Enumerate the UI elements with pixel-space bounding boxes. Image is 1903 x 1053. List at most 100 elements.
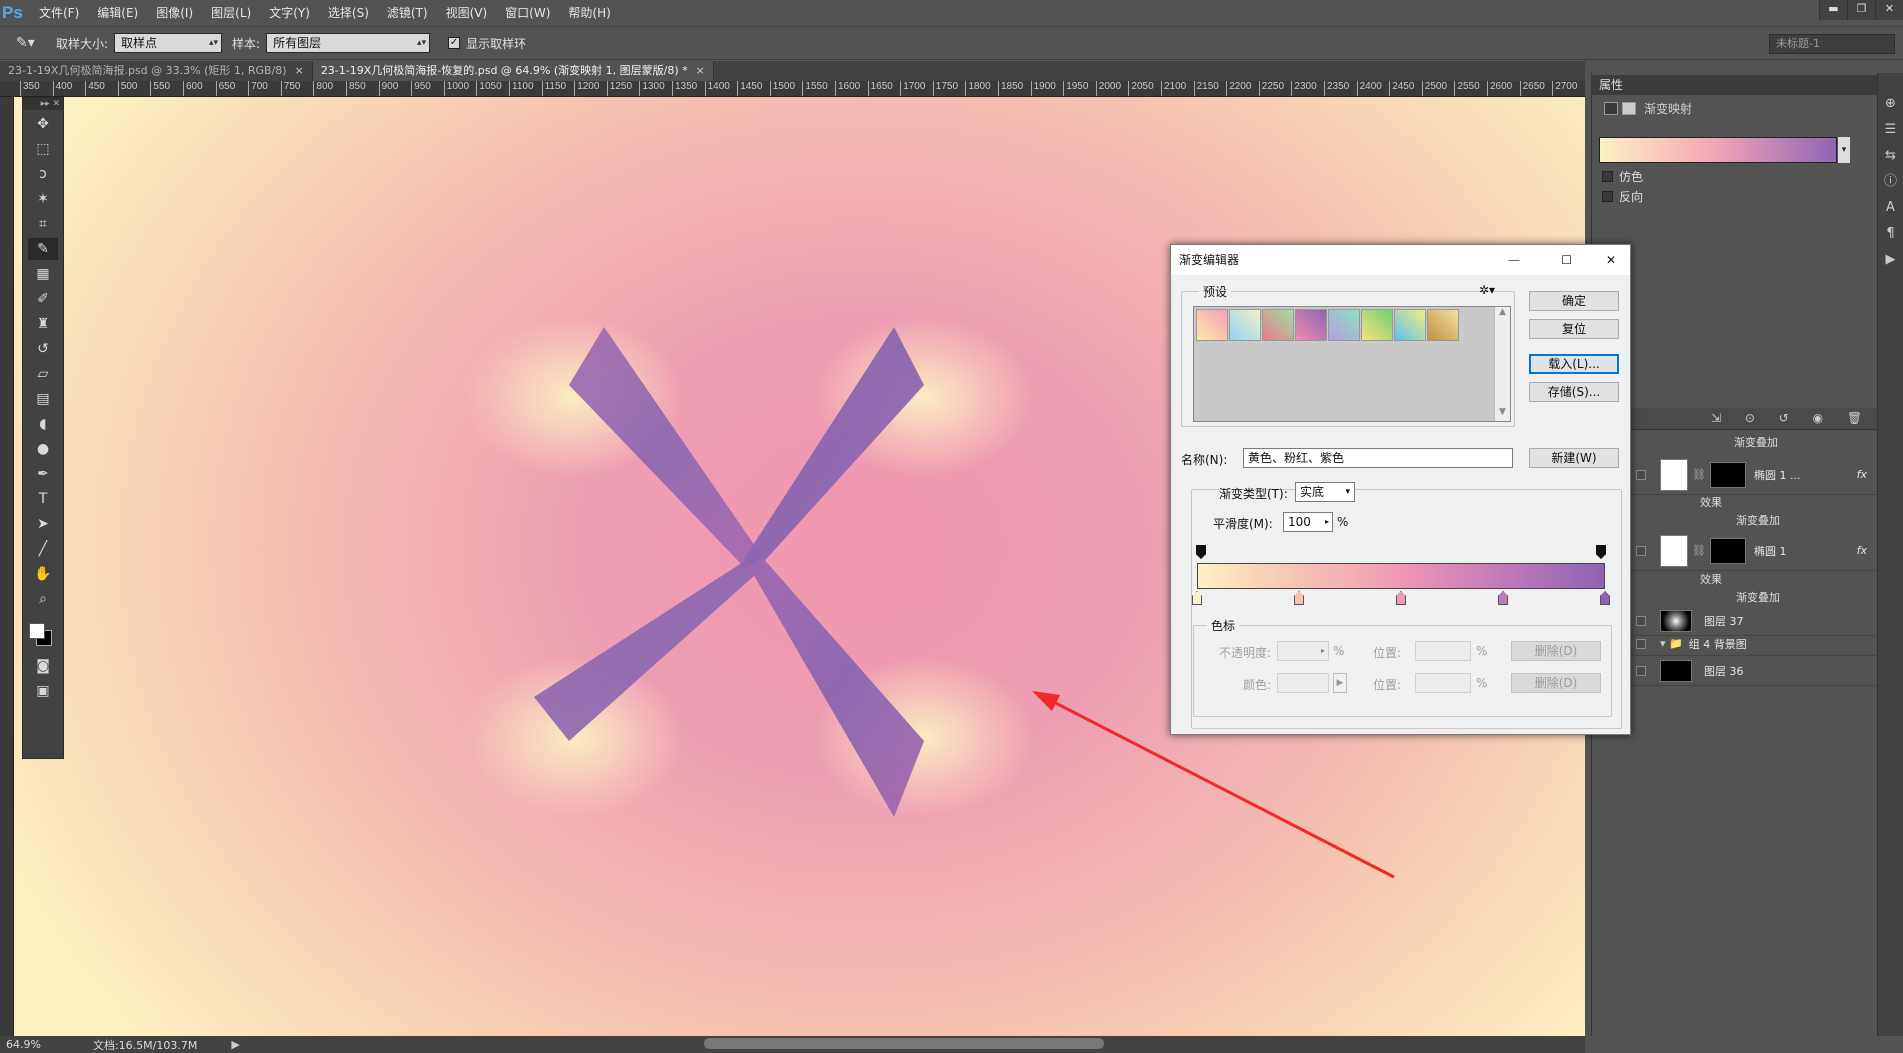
color-stops-label: 色标 <box>1207 617 1240 634</box>
adjustment-icon[interactable] <box>1604 102 1618 115</box>
preset-swatch[interactable] <box>1427 309 1459 341</box>
reset-button[interactable]: 复位 <box>1529 319 1619 339</box>
menu-window[interactable]: 窗口(W) <box>496 0 559 26</box>
gradient-type-select[interactable]: 实底 ▾ <box>1295 482 1355 502</box>
workspace-field[interactable]: 未标题-1 <box>1769 34 1895 54</box>
dither-checkbox[interactable] <box>1602 171 1613 182</box>
load-button[interactable]: 载入(L)... <box>1529 354 1619 374</box>
stepper-arrow-icon[interactable]: ▸ <box>1325 513 1329 531</box>
eraser-tool-icon[interactable]: ▱ <box>28 363 58 385</box>
visibility-icon[interactable] <box>1636 638 1646 649</box>
preset-swatch[interactable] <box>1328 309 1360 341</box>
crop-tool-icon[interactable]: ⌗ <box>28 213 58 235</box>
preset-swatch[interactable] <box>1295 309 1327 341</box>
eyedropper-tool-icon[interactable]: ✎ <box>28 238 58 260</box>
lasso-tool-icon[interactable]: ↄ <box>28 163 58 185</box>
close-icon[interactable]: × <box>295 64 304 77</box>
save-button[interactable]: 存储(S)... <box>1529 382 1619 402</box>
menu-file[interactable]: 文件(F) <box>30 0 88 26</box>
menu-filter[interactable]: 滤镜(T) <box>378 0 437 26</box>
close-icon[interactable]: × <box>696 64 705 77</box>
fx-icon[interactable]: fx <box>1857 544 1867 557</box>
panel-dock-icons[interactable]: ⊕ ☰ ⇆ ⓘ A ¶ ▶ <box>1878 73 1903 273</box>
magic-wand-tool-icon[interactable]: ✶ <box>28 188 58 210</box>
preset-swatch[interactable] <box>1361 309 1393 341</box>
gradient-preview-bar[interactable] <box>1197 563 1605 589</box>
name-input[interactable]: 黄色、粉红、紫色 <box>1243 448 1513 468</box>
dither-option[interactable]: 仿色 <box>1602 168 1643 185</box>
layer-group-4[interactable]: ▾ 📁 组 4 背景图 <box>1630 632 1877 656</box>
horizontal-scrollbar[interactable] <box>704 1038 1104 1049</box>
gear-icon[interactable]: ✲▾ <box>1479 283 1495 297</box>
preset-swatch[interactable] <box>1229 309 1261 341</box>
status-menu-arrow-icon[interactable]: ▶ <box>231 1038 239 1051</box>
menu-view[interactable]: 视图(V) <box>437 0 497 26</box>
stamp-tool-icon[interactable]: ♜ <box>28 313 58 335</box>
pen-tool-icon[interactable]: ✒ <box>28 463 58 485</box>
layer-row-ellipse-1a[interactable]: ⛓ 椭圆 1 ... fx <box>1630 455 1877 495</box>
preset-swatch[interactable] <box>1196 309 1228 341</box>
ruler-tick: 400 <box>52 81 72 96</box>
menu-select[interactable]: 选择(S) <box>319 0 378 26</box>
zoom-level[interactable]: 64.9% <box>6 1038 41 1051</box>
close-button[interactable]: ✕ <box>1875 0 1903 20</box>
quick-mask-icon[interactable]: ◙ <box>28 655 58 677</box>
visibility-icon[interactable] <box>1636 545 1646 556</box>
color-swatches[interactable] <box>23 616 63 652</box>
brush-tool-icon[interactable]: ✐ <box>28 288 58 310</box>
smoothness-input[interactable]: 100 ▸ <box>1283 512 1333 532</box>
properties-panel-header[interactable]: 属性 <box>1591 75 1877 95</box>
fx-icon[interactable]: fx <box>1857 468 1867 481</box>
menu-layer[interactable]: 图层(L) <box>202 0 260 26</box>
close-icon[interactable]: ✕ <box>1606 245 1616 275</box>
tab-document-2[interactable]: 23-1-19X几何极简海报-恢复的.psd @ 64.9% (渐变映射 1, … <box>312 61 714 81</box>
foreground-color-swatch[interactable] <box>29 623 45 639</box>
restore-button[interactable]: ❐ <box>1847 0 1875 20</box>
reverse-option[interactable]: 反向 <box>1602 188 1643 205</box>
visibility-icon[interactable] <box>1636 615 1646 626</box>
hand-tool-icon[interactable]: ✋ <box>28 563 58 585</box>
healing-tool-icon[interactable]: ▦ <box>28 263 58 285</box>
layer-row-36[interactable]: 图层 36 <box>1630 656 1877 686</box>
type-tool-icon[interactable]: T <box>28 488 58 510</box>
tab-document-1[interactable]: 23-1-19X几何极简海报.psd @ 33.3% (矩形 1, RGB/8)… <box>0 61 313 81</box>
preset-scrollbar[interactable]: ▲ ▼ <box>1494 307 1510 421</box>
minimize-icon[interactable]: — <box>1508 245 1520 275</box>
menu-image[interactable]: 图像(I) <box>147 0 202 26</box>
zoom-tool-icon[interactable]: ⌕ <box>28 588 58 610</box>
ruler-tick: 2450 <box>1389 81 1414 96</box>
visibility-icon[interactable] <box>1636 665 1646 676</box>
gradient-map-preview[interactable] <box>1599 137 1837 163</box>
ok-button[interactable]: 确定 <box>1529 291 1619 311</box>
sample-size-select[interactable]: 取样点 ▴▾ <box>114 33 223 53</box>
blur-tool-icon[interactable]: ◖ <box>28 413 58 435</box>
visibility-icon[interactable] <box>1636 469 1646 480</box>
dialog-titlebar: 渐变编辑器 — ☐ ✕ <box>1171 245 1630 275</box>
history-brush-tool-icon[interactable]: ↺ <box>28 338 58 360</box>
minimize-button[interactable]: ▬ <box>1819 0 1847 20</box>
marquee-tool-icon[interactable]: ⬚ <box>28 138 58 160</box>
path-select-tool-icon[interactable]: ➤ <box>28 513 58 535</box>
panel-action-icons[interactable]: ⇲ ⊙ ↺ ◉ 🗑 <box>1711 411 1872 425</box>
gradient-dropdown-arrow-icon[interactable]: ▾ <box>1838 137 1850 163</box>
preset-swatch[interactable] <box>1394 309 1426 341</box>
layer-row-ellipse-1b[interactable]: ⛓ 椭圆 1 fx <box>1630 531 1877 571</box>
reverse-checkbox[interactable] <box>1602 191 1613 202</box>
dodge-tool-icon[interactable]: ● <box>28 438 58 460</box>
show-ring-checkbox[interactable]: ✓ <box>448 37 461 49</box>
mask-icon[interactable] <box>1622 102 1636 115</box>
eyedropper-icon[interactable]: ✎▾ <box>16 35 46 51</box>
line-tool-icon[interactable]: ╱ <box>28 538 58 560</box>
menu-help[interactable]: 帮助(H) <box>559 0 619 26</box>
folder-icon: ▾ 📁 <box>1660 637 1683 650</box>
menu-edit[interactable]: 编辑(E) <box>88 0 147 26</box>
preset-swatch[interactable] <box>1262 309 1294 341</box>
gradient-tool-icon[interactable]: ▤ <box>28 388 58 410</box>
screen-mode-icon[interactable]: ▣ <box>28 680 58 702</box>
sample-select[interactable]: 所有图层 ▴▾ <box>266 33 431 53</box>
menu-type[interactable]: 文字(Y) <box>260 0 319 26</box>
move-tool-icon[interactable]: ✥ <box>28 113 58 135</box>
ruler-tick: 1800 <box>965 81 991 96</box>
maximize-icon[interactable]: ☐ <box>1561 245 1572 275</box>
new-button[interactable]: 新建(W) <box>1529 448 1619 468</box>
